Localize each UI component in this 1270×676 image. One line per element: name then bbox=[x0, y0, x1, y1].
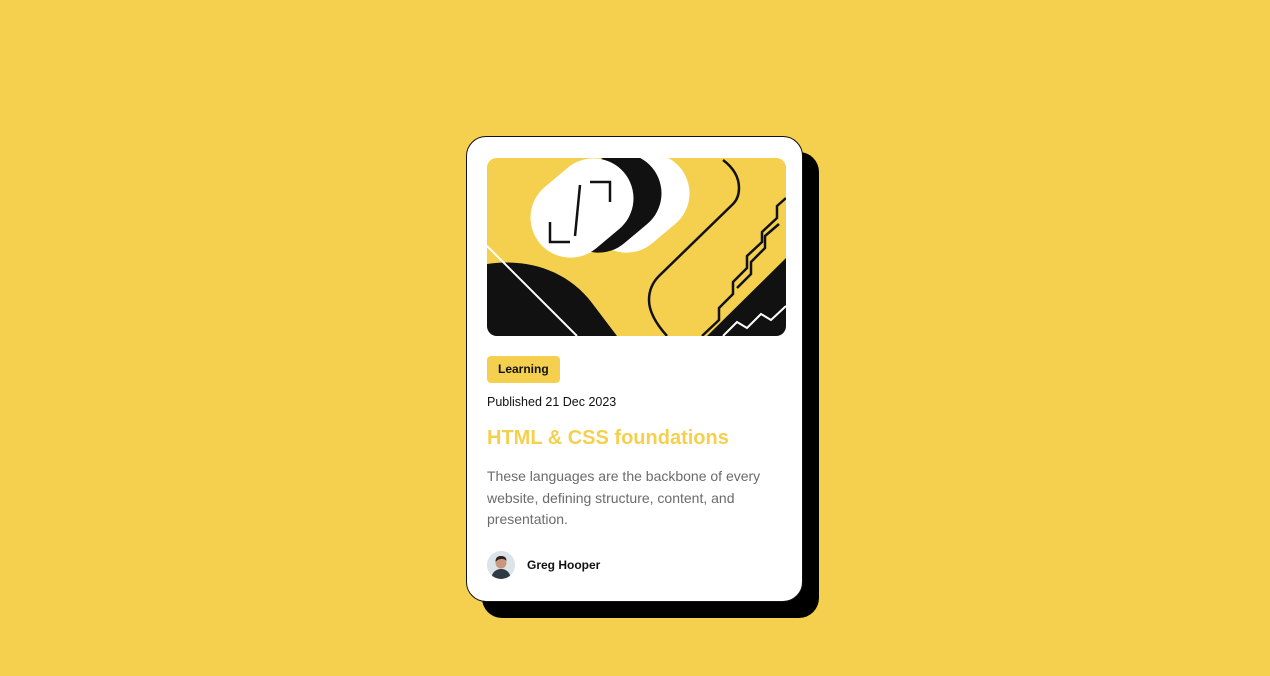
author-name[interactable]: Greg Hooper bbox=[527, 558, 600, 572]
published-date: Published 21 Dec 2023 bbox=[487, 395, 617, 409]
author: Greg Hooper bbox=[487, 551, 600, 579]
card-description: These languages are the backbone of ever… bbox=[487, 468, 761, 527]
category-tag[interactable]: Learning bbox=[487, 356, 560, 383]
hero-illustration bbox=[487, 158, 786, 336]
abstract-illustration-icon bbox=[487, 158, 786, 336]
avatar bbox=[487, 551, 515, 579]
card-title[interactable]: HTML & CSS foundations bbox=[487, 427, 729, 450]
blog-preview-card: Learning Published 21 Dec 2023 HTML & CS… bbox=[466, 136, 803, 602]
person-avatar-icon bbox=[487, 551, 515, 579]
